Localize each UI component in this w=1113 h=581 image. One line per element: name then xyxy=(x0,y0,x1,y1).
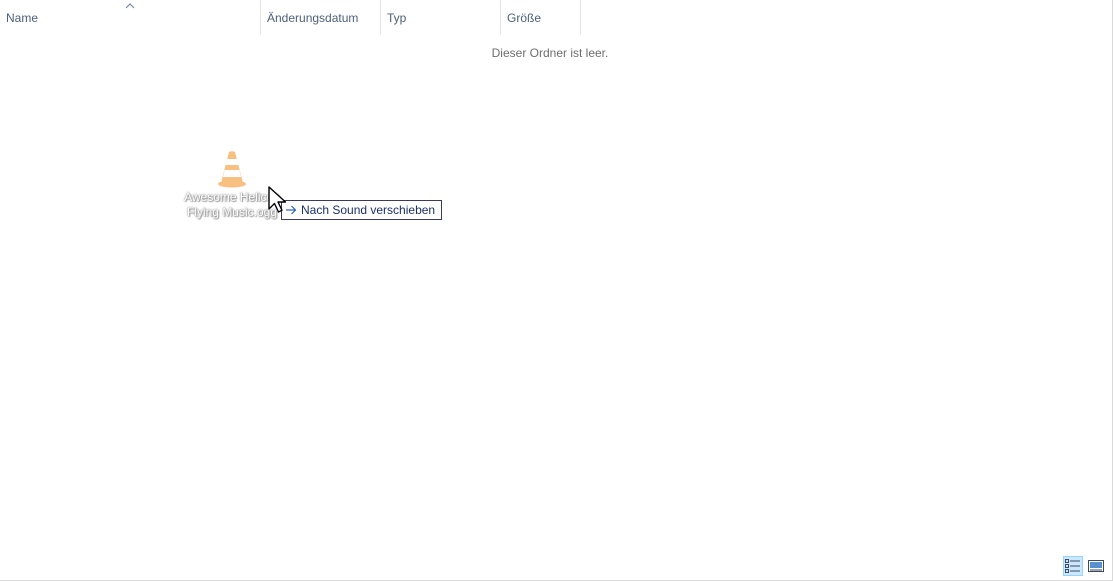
details-view-button[interactable] xyxy=(1063,556,1083,576)
view-mode-switcher xyxy=(1063,556,1106,578)
large-icons-view-icon xyxy=(1088,560,1104,572)
drop-target-tooltip: Nach Sound verschieben xyxy=(281,200,443,220)
column-header-modified-label: Änderungsdatum xyxy=(267,11,359,25)
large-icons-view-button[interactable] xyxy=(1086,556,1106,576)
column-header-modified[interactable]: Änderungsdatum xyxy=(261,0,381,34)
column-header-name[interactable]: Name xyxy=(0,0,261,34)
drop-target-tooltip-label: Nach Sound verschieben xyxy=(301,203,436,217)
column-header-name-label: Name xyxy=(6,11,39,25)
column-header-row: Name Änderungsdatum Typ Größe xyxy=(0,0,1113,34)
details-view-icon xyxy=(1065,559,1080,573)
column-header-size[interactable]: Größe xyxy=(501,0,581,34)
column-header-type-label: Typ xyxy=(387,11,407,25)
empty-folder-message: Dieser Ordner ist leer. xyxy=(491,46,609,60)
column-header-size-label: Größe xyxy=(507,11,542,25)
vlc-cone-icon xyxy=(218,151,246,188)
file-list-pane[interactable]: Name Änderungsdatum Typ Größe Dieser Ord… xyxy=(0,0,1113,581)
column-header-type[interactable]: Typ xyxy=(381,0,501,34)
arrow-pointer-icon xyxy=(268,186,287,213)
sort-up-chevron-icon xyxy=(125,3,135,9)
